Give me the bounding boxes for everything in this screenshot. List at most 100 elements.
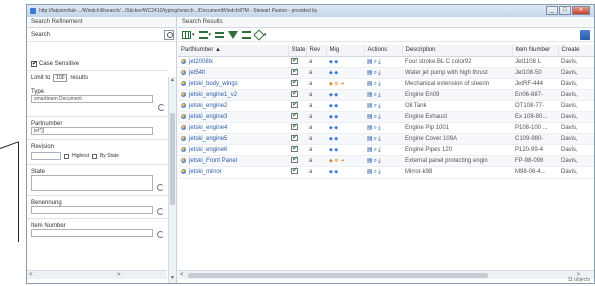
cell-actions[interactable]: ▤⌕⤓ (364, 67, 402, 79)
scroll-thumb[interactable] (188, 273, 488, 278)
column-header-state[interactable]: State (288, 45, 307, 57)
actions-icon[interactable]: ▤⌕⤓ (367, 136, 382, 142)
layout-icon[interactable] (242, 30, 252, 39)
grid-view-icon[interactable] (182, 30, 191, 39)
filter-icon[interactable] (228, 30, 239, 39)
cell-partnumber[interactable]: jetski_Front Panel (178, 155, 288, 168)
reset-icon[interactable] (157, 231, 164, 238)
tools-icon[interactable] (253, 28, 265, 41)
cell-partnumber[interactable]: jetski_body_wings (178, 78, 288, 90)
actions-icon[interactable]: ▤⌕⤓ (367, 70, 382, 76)
actions-icon[interactable]: ▤⌕⤓ (367, 81, 382, 87)
cell-partnumber[interactable]: jet54lt (178, 67, 288, 79)
partnumber-field[interactable]: jet*]] (31, 127, 153, 135)
scroll-left-icon[interactable]: < (180, 271, 184, 280)
close-button[interactable]: x (572, 6, 590, 15)
columns-icon[interactable] (215, 31, 225, 38)
part-link[interactable]: jetski_engine2 (189, 103, 227, 109)
revision-field[interactable] (31, 152, 61, 160)
column-header-actions[interactable]: Actions (364, 45, 403, 57)
chevron-down-icon[interactable]: ▾ (192, 32, 195, 38)
left-horizontal-scrollbar[interactable]: < > (27, 270, 167, 279)
table-row[interactable]: jetski_engine2 a◆ ◆ ▤⌕⤓ Oil TankOT108-77-Da… (178, 100, 594, 112)
scroll-thumb[interactable] (170, 113, 175, 205)
cell-actions[interactable]: ▤⌕⤓ (364, 89, 402, 101)
cell-actions[interactable]: ▤⌕⤓ (364, 100, 402, 112)
reset-icon[interactable] (158, 104, 165, 111)
actions-icon[interactable]: ▤⌕⤓ (367, 158, 382, 164)
part-link[interactable]: jetski_engine4 (189, 125, 227, 131)
cell-actions[interactable]: ▤⌕⤓ (364, 133, 402, 146)
actions-icon[interactable]: ▤⌕⤓ (367, 59, 382, 65)
part-link[interactable]: jetski_body_wings (189, 81, 238, 87)
table-row[interactable]: jet54lt a◆ ◆ ▤⌕⤓ Water jet pump with high t… (178, 67, 594, 79)
actions-icon[interactable]: ▤⌕⤓ (367, 92, 382, 98)
table-row[interactable]: jetski_body_wings a◆ ⚙ ➜ ▤⌕⤓ Mechanical ext… (178, 78, 594, 90)
left-vertical-scrollbar[interactable]: ▲ ▼ (168, 77, 176, 283)
state-field[interactable] (31, 175, 164, 191)
table-row[interactable]: jetski_engine3 a◆ ◆ ▤⌕⤓ Engine ExhaustEx 10… (178, 111, 594, 124)
case-sensitive-row[interactable]: ✔ Case Sensitive (27, 57, 168, 71)
scroll-left-icon[interactable]: < (29, 271, 33, 280)
actions-icon[interactable]: ▤⌕⤓ (367, 114, 382, 120)
actions-icon[interactable]: ▤⌕⤓ (367, 169, 382, 175)
type-field[interactable]: smartteam Document (31, 95, 153, 103)
export-icon[interactable] (580, 30, 590, 40)
highest-checkbox[interactable] (64, 153, 69, 159)
column-header-create[interactable]: Create (558, 45, 594, 57)
cell-partnumber[interactable]: jetski_engine2 (178, 100, 288, 112)
maximize-button[interactable]: □ (559, 6, 571, 15)
part-link[interactable]: jet54lt (189, 70, 205, 76)
table-row[interactable]: jetski_mirror a◆ ◆ ▤⌕⤓ Mirror-k98M98-06-4..… (178, 166, 594, 179)
cell-actions[interactable]: ▤⌕⤓ (364, 56, 402, 68)
part-link[interactable]: jetski_engine1_v2 (189, 92, 237, 98)
item-number-field[interactable] (31, 229, 164, 238)
list-view-icon[interactable] (198, 30, 208, 39)
search-icon[interactable] (164, 30, 174, 40)
part-link[interactable]: jetski_mirror (189, 170, 222, 176)
scroll-right-icon[interactable]: > (117, 271, 121, 280)
column-header-mig[interactable]: Mig (326, 45, 365, 57)
table-row[interactable]: jet2008lx a◆ ◆ ▤⌕⤓ Four stroke.BL C color92… (178, 56, 594, 68)
reset-icon[interactable] (157, 208, 164, 215)
by-state-checkbox[interactable] (91, 153, 97, 159)
table-row[interactable]: jetski_Front Panel a◆ ⚙ ➜ ▤⌕⤓ External pane… (178, 155, 594, 168)
actions-icon[interactable]: ▤⌕⤓ (367, 103, 382, 109)
benennung-field[interactable] (31, 206, 164, 215)
column-header-item-number[interactable]: Item Number (512, 45, 559, 57)
scroll-down-icon[interactable]: ▼ (169, 275, 176, 283)
scroll-up-icon[interactable]: ▲ (169, 77, 176, 85)
cell-actions[interactable]: ▤⌕⤓ (364, 122, 402, 135)
chevron-down-icon[interactable]: ▾ (209, 32, 212, 38)
part-link[interactable]: jetski_engine3 (189, 114, 227, 120)
cell-actions[interactable]: ▤⌕⤓ (364, 155, 402, 168)
case-sensitive-checkbox[interactable]: ✔ (31, 60, 37, 67)
table-row[interactable]: jetski_engine6 a◆ ◆ ▤⌕⤓ Engine Pipes 120P12… (178, 144, 594, 157)
cell-actions[interactable]: ▤⌕⤓ (364, 144, 402, 157)
cell-actions[interactable]: ▤⌕⤓ (364, 111, 402, 124)
column-header-rev[interactable]: Rev (306, 45, 327, 57)
actions-icon[interactable]: ▤⌕⤓ (367, 125, 382, 131)
part-link[interactable]: jetski_engine5 (189, 136, 227, 142)
cell-partnumber[interactable]: jetski_mirror (178, 166, 288, 179)
cell-partnumber[interactable]: jetski_engine1_v2 (178, 89, 288, 101)
actions-icon[interactable]: ▤⌕⤓ (367, 147, 382, 153)
table-row[interactable]: jetski_engine5 a◆ ◆ ▤⌕⤓ Engine Cover 109AC1… (178, 133, 594, 146)
cell-partnumber[interactable]: jet2008lx (178, 56, 288, 68)
cell-actions[interactable]: ▤⌕⤓ (364, 78, 402, 90)
column-header-partnumber[interactable]: PartNumber ▲ (178, 45, 289, 57)
limit-input[interactable]: 100 (53, 74, 68, 82)
cell-partnumber[interactable]: jetski_engine5 (178, 133, 288, 146)
cell-partnumber[interactable]: jetski_engine4 (178, 122, 288, 135)
part-link[interactable]: jetski_engine6 (189, 147, 227, 153)
cell-partnumber[interactable]: jetski_engine6 (178, 144, 288, 157)
cell-partnumber[interactable]: jetski_engine3 (178, 111, 288, 124)
minimize-button[interactable]: _ (546, 6, 558, 15)
table-row[interactable]: jetski_engine4 a◆ ◆ ▤⌕⤓ Engine Pip 1001P108… (178, 122, 594, 135)
reset-icon[interactable] (157, 184, 164, 191)
results-horizontal-scrollbar[interactable]: < > (178, 270, 594, 279)
part-link[interactable]: jet2008lx (189, 59, 213, 65)
cell-actions[interactable]: ▤⌕⤓ (364, 166, 402, 179)
table-row[interactable]: jetski_engine1_v2 a◆ ◆ ▤⌕⤓ Engine En09En06-… (178, 89, 594, 101)
part-link[interactable]: jetski_Front Panel (189, 158, 237, 164)
